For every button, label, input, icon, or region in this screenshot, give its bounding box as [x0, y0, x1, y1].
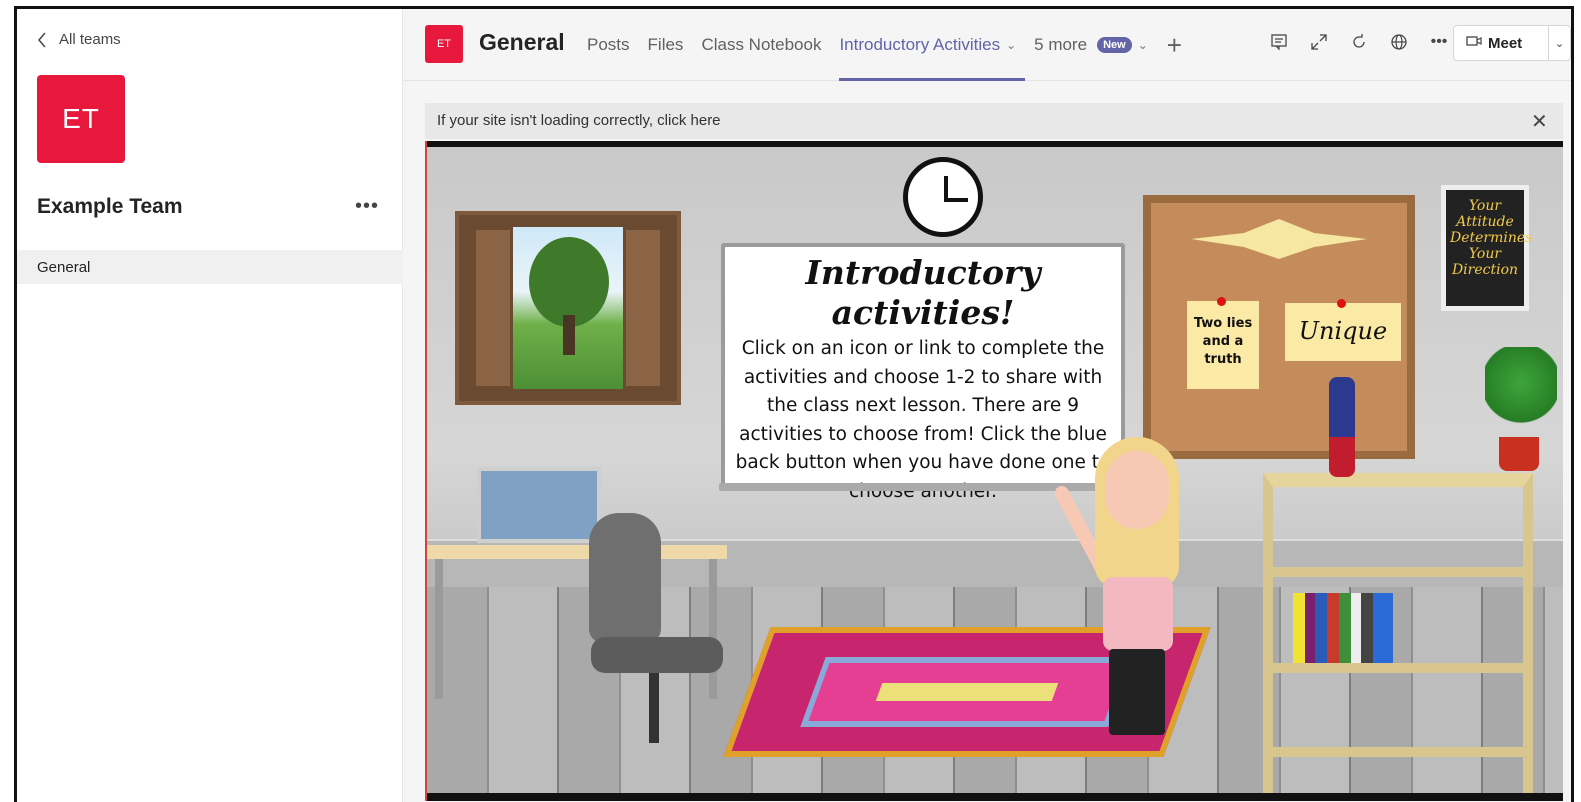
channel-tabs: Posts Files Class Notebook Introductory … — [578, 9, 1192, 81]
meet-label: Meet — [1488, 34, 1523, 52]
team-more-options-button[interactable]: ••• — [355, 195, 379, 218]
chevron-left-icon — [38, 32, 46, 47]
bookshelf — [1263, 473, 1533, 793]
teams-window: All teams ET Example Team ••• General ET… — [14, 6, 1574, 802]
whiteboard: Introductory activities! Click on an ico… — [721, 243, 1125, 502]
meet-dropdown-chevron-icon[interactable]: ⌄ — [1548, 26, 1570, 60]
board-title: Introductory activities! — [805, 253, 1041, 332]
header-toolbar: ••• — [1268, 31, 1450, 53]
all-teams-label: All teams — [59, 31, 121, 48]
channel-item-general[interactable]: General — [17, 250, 403, 284]
plant-pot — [1499, 437, 1539, 471]
office-chair-seat — [591, 637, 723, 673]
tab-class-notebook[interactable]: Class Notebook — [692, 9, 830, 81]
two-lies-and-a-truth-note[interactable]: Two lies and a truth — [1187, 301, 1259, 389]
site-loading-banner[interactable]: If your site isn't loading correctly, cl… — [425, 103, 1563, 139]
expand-icon[interactable] — [1308, 31, 1330, 53]
pin-icon — [1337, 299, 1346, 308]
superhero-figure-icon[interactable] — [1329, 377, 1355, 477]
classroom-site-frame: Introductory activities! Click on an ico… — [425, 141, 1563, 801]
plant-icon — [1485, 347, 1557, 437]
refresh-icon[interactable] — [1348, 31, 1370, 53]
desk — [427, 545, 727, 559]
clock-icon — [903, 157, 983, 237]
globe-icon[interactable] — [1388, 31, 1410, 53]
tab-files[interactable]: Files — [639, 9, 693, 81]
meet-button[interactable]: Meet ⌄ — [1453, 25, 1571, 61]
teacher-avatar — [1052, 437, 1197, 737]
channel-header: ET General Posts Files Class Notebook In… — [403, 9, 1571, 81]
cork-board: Two lies and a truth Unique — [1143, 195, 1415, 459]
channel-title: General — [479, 29, 565, 55]
laptop-icon[interactable] — [477, 467, 601, 543]
chevron-down-icon: ⌄ — [1137, 38, 1148, 52]
new-badge: New — [1097, 37, 1132, 53]
channel-avatar: ET — [425, 25, 463, 63]
office-chair — [589, 513, 661, 643]
books-icon[interactable] — [1293, 593, 1393, 663]
chevron-down-icon[interactable]: ⌄ — [1006, 38, 1016, 52]
all-teams-link[interactable]: All teams — [37, 31, 121, 48]
virtual-classroom-image: Introductory activities! Click on an ico… — [427, 147, 1563, 793]
tab-posts[interactable]: Posts — [578, 9, 639, 81]
unique-note[interactable]: Unique — [1285, 303, 1401, 361]
attitude-poster[interactable]: Your Attitude Determines Your Direction — [1441, 185, 1532, 311]
board-instructions: Click on an icon or link to complete the… — [735, 338, 1111, 502]
star-banner — [1191, 219, 1367, 259]
conversation-icon[interactable] — [1268, 31, 1290, 53]
more-tabs-label: 5 more — [1034, 35, 1088, 54]
tab-introductory-activities[interactable]: Introductory Activities ⌄ — [830, 9, 1025, 81]
pin-icon — [1217, 297, 1226, 306]
plus-icon[interactable]: + — [1157, 30, 1192, 61]
channel-main: ET General Posts Files Class Notebook In… — [403, 9, 1571, 802]
team-avatar: ET — [37, 75, 125, 163]
desk-leg — [709, 559, 717, 699]
close-icon[interactable]: ✕ — [1531, 109, 1548, 134]
video-camera-icon — [1466, 34, 1482, 52]
window-image — [455, 211, 681, 405]
desk-leg — [435, 559, 443, 699]
tab-introductory-activities-label: Introductory Activities — [839, 35, 1001, 54]
team-sidebar: All teams ET Example Team ••• General — [17, 9, 403, 802]
more-icon[interactable]: ••• — [1428, 31, 1450, 53]
office-chair-base — [649, 673, 659, 743]
team-name: Example Team — [37, 195, 183, 218]
more-tabs-button[interactable]: 5 more New ⌄ — [1025, 9, 1157, 81]
